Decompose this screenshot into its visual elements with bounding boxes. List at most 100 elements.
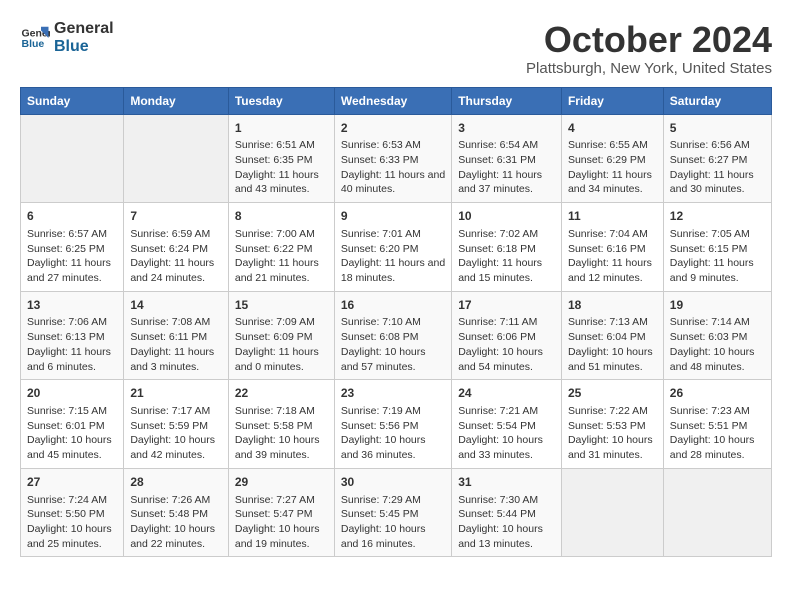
day-number: 23 [341, 385, 445, 402]
title-block: October 2024 Plattsburgh, New York, Unit… [526, 20, 772, 77]
day-number: 8 [235, 208, 328, 225]
cell-content: Sunrise: 7:04 AM Sunset: 6:16 PM Dayligh… [568, 227, 657, 286]
calendar-cell: 30 Sunrise: 7:29 AM Sunset: 5:45 PM Dayli… [334, 468, 451, 557]
day-number: 28 [130, 474, 222, 491]
calendar-cell: 15Sunrise: 7:09 AM Sunset: 6:09 PM Dayli… [228, 291, 334, 380]
calendar-cell: 4Sunrise: 6:55 AM Sunset: 6:29 PM Daylig… [561, 114, 663, 203]
day-number: 18 [568, 297, 657, 314]
cell-content: Sunrise: 6:57 AM Sunset: 6:25 PM Dayligh… [27, 227, 117, 286]
cell-content: Sunrise: 6:51 AM Sunset: 6:35 PM Dayligh… [235, 138, 328, 197]
calendar-header-row: SundayMondayTuesdayWednesdayThursdayFrid… [21, 87, 772, 114]
cell-content: Sunrise: 7:15 AM Sunset: 6:01 PM Dayligh… [27, 404, 117, 463]
cell-content: Sunrise: 7:10 AM Sunset: 6:08 PM Dayligh… [341, 315, 445, 374]
month-title: October 2024 [526, 20, 772, 60]
calendar-cell: 11 Sunrise: 7:04 AM Sunset: 6:16 PM Dayli… [561, 203, 663, 292]
calendar-cell [21, 114, 124, 203]
calendar-cell: 16Sunrise: 7:10 AM Sunset: 6:08 PM Dayli… [334, 291, 451, 380]
day-of-week-header: Thursday [452, 87, 562, 114]
cell-content: Sunrise: 7:17 AM Sunset: 5:59 PM Dayligh… [130, 404, 222, 463]
day-number: 3 [458, 120, 555, 137]
cell-content: Sunrise: 7:02 AM Sunset: 6:18 PM Dayligh… [458, 227, 555, 286]
calendar-cell: 8 Sunrise: 7:00 AM Sunset: 6:22 PM Daylig… [228, 203, 334, 292]
day-number: 9 [341, 208, 445, 225]
cell-content: Sunrise: 6:59 AM Sunset: 6:24 PM Dayligh… [130, 227, 222, 286]
cell-content: Sunrise: 7:06 AM Sunset: 6:13 PM Dayligh… [27, 315, 117, 374]
cell-content: Sunrise: 7:11 AM Sunset: 6:06 PM Dayligh… [458, 315, 555, 374]
calendar-cell: 26 Sunrise: 7:23 AM Sunset: 5:51 PM Dayli… [663, 380, 771, 469]
day-number: 27 [27, 474, 117, 491]
calendar-cell [561, 468, 663, 557]
calendar-cell: 1Sunrise: 6:51 AM Sunset: 6:35 PM Daylig… [228, 114, 334, 203]
day-of-week-header: Tuesday [228, 87, 334, 114]
cell-content: Sunrise: 6:56 AM Sunset: 6:27 PM Dayligh… [670, 138, 765, 197]
day-of-week-header: Wednesday [334, 87, 451, 114]
day-number: 5 [670, 120, 765, 137]
cell-content: Sunrise: 7:22 AM Sunset: 5:53 PM Dayligh… [568, 404, 657, 463]
logo-text-general: General [54, 20, 114, 38]
day-of-week-header: Friday [561, 87, 663, 114]
cell-content: Sunrise: 7:18 AM Sunset: 5:58 PM Dayligh… [235, 404, 328, 463]
calendar-cell: 27Sunrise: 7:24 AM Sunset: 5:50 PM Dayli… [21, 468, 124, 557]
calendar-week-row: 6 Sunrise: 6:57 AM Sunset: 6:25 PM Daylig… [21, 203, 772, 292]
cell-content: Sunrise: 7:00 AM Sunset: 6:22 PM Dayligh… [235, 227, 328, 286]
calendar-cell: 6 Sunrise: 6:57 AM Sunset: 6:25 PM Daylig… [21, 203, 124, 292]
cell-content: Sunrise: 7:09 AM Sunset: 6:09 PM Dayligh… [235, 315, 328, 374]
calendar-cell: 13Sunrise: 7:06 AM Sunset: 6:13 PM Dayli… [21, 291, 124, 380]
day-of-week-header: Monday [124, 87, 229, 114]
calendar-cell: 19Sunrise: 7:14 AM Sunset: 6:03 PM Dayli… [663, 291, 771, 380]
day-number: 25 [568, 385, 657, 402]
day-number: 16 [341, 297, 445, 314]
day-number: 24 [458, 385, 555, 402]
cell-content: Sunrise: 7:19 AM Sunset: 5:56 PM Dayligh… [341, 404, 445, 463]
location-subtitle: Plattsburgh, New York, United States [526, 60, 772, 77]
day-number: 14 [130, 297, 222, 314]
calendar-cell: 9 Sunrise: 7:01 AM Sunset: 6:20 PM Daylig… [334, 203, 451, 292]
day-number: 2 [341, 120, 445, 137]
calendar-cell: 2Sunrise: 6:53 AM Sunset: 6:33 PM Daylig… [334, 114, 451, 203]
calendar-cell: 20 Sunrise: 7:15 AM Sunset: 6:01 PM Dayli… [21, 380, 124, 469]
day-number: 21 [130, 385, 222, 402]
cell-content: Sunrise: 7:29 AM Sunset: 5:45 PM Dayligh… [341, 493, 445, 552]
calendar-cell [124, 114, 229, 203]
cell-content: Sunrise: 7:13 AM Sunset: 6:04 PM Dayligh… [568, 315, 657, 374]
day-number: 10 [458, 208, 555, 225]
cell-content: Sunrise: 7:14 AM Sunset: 6:03 PM Dayligh… [670, 315, 765, 374]
cell-content: Sunrise: 7:23 AM Sunset: 5:51 PM Dayligh… [670, 404, 765, 463]
day-number: 29 [235, 474, 328, 491]
cell-content: Sunrise: 7:01 AM Sunset: 6:20 PM Dayligh… [341, 227, 445, 286]
day-number: 31 [458, 474, 555, 491]
calendar-cell: 7 Sunrise: 6:59 AM Sunset: 6:24 PM Daylig… [124, 203, 229, 292]
calendar-cell: 18Sunrise: 7:13 AM Sunset: 6:04 PM Dayli… [561, 291, 663, 380]
day-number: 30 [341, 474, 445, 491]
calendar-cell: 25 Sunrise: 7:22 AM Sunset: 5:53 PM Dayli… [561, 380, 663, 469]
day-number: 6 [27, 208, 117, 225]
day-number: 7 [130, 208, 222, 225]
day-number: 4 [568, 120, 657, 137]
cell-content: Sunrise: 7:26 AM Sunset: 5:48 PM Dayligh… [130, 493, 222, 552]
day-number: 20 [27, 385, 117, 402]
cell-content: Sunrise: 7:05 AM Sunset: 6:15 PM Dayligh… [670, 227, 765, 286]
calendar-cell: 21 Sunrise: 7:17 AM Sunset: 5:59 PM Dayli… [124, 380, 229, 469]
day-number: 12 [670, 208, 765, 225]
day-number: 22 [235, 385, 328, 402]
calendar-week-row: 13Sunrise: 7:06 AM Sunset: 6:13 PM Dayli… [21, 291, 772, 380]
day-number: 26 [670, 385, 765, 402]
day-number: 11 [568, 208, 657, 225]
day-of-week-header: Sunday [21, 87, 124, 114]
cell-content: Sunrise: 7:27 AM Sunset: 5:47 PM Dayligh… [235, 493, 328, 552]
logo: General Blue General Blue [20, 20, 114, 55]
calendar-table: SundayMondayTuesdayWednesdayThursdayFrid… [20, 87, 772, 558]
day-number: 13 [27, 297, 117, 314]
calendar-cell: 3Sunrise: 6:54 AM Sunset: 6:31 PM Daylig… [452, 114, 562, 203]
calendar-cell: 28 Sunrise: 7:26 AM Sunset: 5:48 PM Dayli… [124, 468, 229, 557]
calendar-cell: 22 Sunrise: 7:18 AM Sunset: 5:58 PM Dayli… [228, 380, 334, 469]
calendar-week-row: 27Sunrise: 7:24 AM Sunset: 5:50 PM Dayli… [21, 468, 772, 557]
cell-content: Sunrise: 7:08 AM Sunset: 6:11 PM Dayligh… [130, 315, 222, 374]
calendar-cell: 12 Sunrise: 7:05 AM Sunset: 6:15 PM Dayli… [663, 203, 771, 292]
day-of-week-header: Saturday [663, 87, 771, 114]
calendar-cell: 10 Sunrise: 7:02 AM Sunset: 6:18 PM Dayli… [452, 203, 562, 292]
calendar-cell: 31Sunrise: 7:30 AM Sunset: 5:44 PM Dayli… [452, 468, 562, 557]
cell-content: Sunrise: 6:53 AM Sunset: 6:33 PM Dayligh… [341, 138, 445, 197]
calendar-cell: 23 Sunrise: 7:19 AM Sunset: 5:56 PM Dayli… [334, 380, 451, 469]
calendar-cell: 5Sunrise: 6:56 AM Sunset: 6:27 PM Daylig… [663, 114, 771, 203]
